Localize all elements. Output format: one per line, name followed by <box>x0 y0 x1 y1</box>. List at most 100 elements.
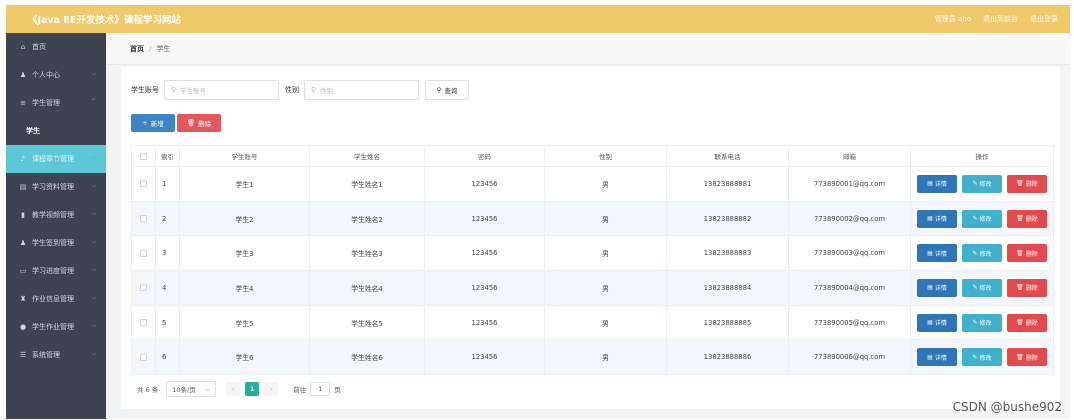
goto-suffix: 页 <box>334 386 341 394</box>
row-phone: 13823888882 <box>666 201 789 237</box>
sidebar-item-home[interactable]: ⌂ 首页 <box>6 33 106 61</box>
detail-button[interactable]: ▤ 详情 <box>917 313 957 332</box>
next-page-button[interactable]: › <box>264 382 279 396</box>
row-gender: 男 <box>544 166 667 202</box>
back-to-front-link[interactable]: 退出到前台 <box>983 14 1018 24</box>
detail-button[interactable]: ▤ 详情 <box>917 244 957 263</box>
delete-button[interactable]: 🗑 删除 <box>1007 174 1047 193</box>
page-size-select[interactable]: 10条/页 ⌵ <box>166 381 217 397</box>
gender-search-input[interactable]: ⚲ 性别 <box>304 80 419 100</box>
row-checkbox[interactable] <box>131 201 156 237</box>
row-checkbox[interactable] <box>131 270 156 306</box>
detail-button[interactable]: ▤ 详情 <box>917 348 957 367</box>
detail-label: 详情 <box>934 320 947 328</box>
row-name: 学生姓名4 <box>309 270 425 306</box>
row-name: 学生姓名6 <box>309 339 425 376</box>
edit-button[interactable]: ✎ 修改 <box>962 313 1002 332</box>
breadcrumb-home[interactable]: 首页 <box>130 44 144 54</box>
row-email: 773890002@qq.com <box>788 201 911 237</box>
sidebar-item-label: 课程章节管理 <box>32 155 74 163</box>
app-window: 《Java EE开发技术》课程学习网站 管理员 abo 退出到前台 退出登录 ⌂… <box>6 5 1070 419</box>
delete-button[interactable]: 🗑 删除 <box>1007 209 1047 228</box>
edit-button[interactable]: ✎ 修改 <box>962 278 1002 297</box>
student-table: 索引 学生账号 学生姓名 密码 性别 联系电话 邮箱 操作 1 学生1 学生姓名1 1… <box>131 145 1054 376</box>
prev-page-button[interactable]: ‹ <box>226 382 241 396</box>
sidebar-item-material-mgmt[interactable]: ▤ 学习资料管理 ⌵ <box>6 173 106 201</box>
sidebar-item-video-mgmt[interactable]: ▮ 教学视频管理 ⌵ <box>6 201 106 229</box>
sidebar-item-label: 学生管理 <box>32 99 60 107</box>
account-label: 学生账号 <box>131 86 159 94</box>
sidebar-item-profile[interactable]: ♟ 个人中心 ⌵ <box>6 61 106 89</box>
delete-button[interactable]: 🗑 删除 <box>1007 348 1047 367</box>
add-button[interactable]: + 新增 <box>131 114 175 132</box>
search-icon: ⚲ <box>436 86 442 94</box>
detail-icon: ▤ <box>927 353 933 361</box>
trash-icon: 🗑 <box>186 119 196 127</box>
row-name: 学生姓名2 <box>309 201 425 237</box>
bar-chart-icon: ▮ <box>21 211 25 219</box>
batch-delete-button[interactable]: 🗑 删除 <box>177 114 221 132</box>
sidebar-item-label: 学生签到管理 <box>32 239 74 247</box>
edit-button[interactable]: ✎ 修改 <box>962 244 1002 263</box>
trophy-icon: ♜ <box>19 295 27 303</box>
table-header-row: 索引 学生账号 学生姓名 密码 性别 联系电话 邮箱 操作 <box>131 145 1054 167</box>
sidebar-item-progress-mgmt[interactable]: ▭ 学习进度管理 ⌵ <box>6 257 106 285</box>
row-account: 学生4 <box>179 270 310 306</box>
edit-button[interactable]: ✎ 修改 <box>962 174 1002 193</box>
sidebar-item-system-mgmt[interactable]: ☰ 系统管理 ⌵ <box>6 341 106 369</box>
sidebar-item-label: 作业信息管理 <box>32 295 74 303</box>
sidebar-item-chapter-mgmt[interactable]: ♪ 课程章节管理 ⌵ ☝ <box>6 145 106 173</box>
edit-button[interactable]: ✎ 修改 <box>962 348 1002 367</box>
delete-button[interactable]: 🗑 删除 <box>1007 278 1047 297</box>
row-checkbox[interactable] <box>131 235 156 272</box>
row-actions: ▤ 详情 ✎ 修改 🗑 删除 <box>910 270 1054 306</box>
chevron-up-icon: ⌃ <box>90 98 96 105</box>
row-password: 123456 <box>424 305 545 341</box>
sidebar-item-label: 首页 <box>32 43 46 51</box>
hand-cursor-icon: ☝ <box>54 153 61 166</box>
account-search-input[interactable]: ⚲ 学生账号 <box>164 80 279 100</box>
home-icon: ⌂ <box>20 43 26 51</box>
sidebar-item-homework-info-mgmt[interactable]: ♜ 作业信息管理 ⌵ <box>6 285 106 313</box>
row-index: 6 <box>155 339 180 376</box>
col-header-actions: 操作 <box>910 145 1054 167</box>
row-checkbox[interactable] <box>131 305 156 341</box>
detail-button[interactable]: ▤ 详情 <box>917 174 957 193</box>
sidebar-item-student[interactable]: 学生 <box>6 117 106 145</box>
edit-button[interactable]: ✎ 修改 <box>962 209 1002 228</box>
page-1-button[interactable]: 1 <box>245 382 260 396</box>
search-icon: ⚲ <box>171 86 177 94</box>
edit-icon: ✎ <box>972 319 978 327</box>
person-icon: ♟ <box>19 239 27 247</box>
detail-label: 详情 <box>934 250 947 258</box>
col-header-index: 索引 <box>155 145 180 167</box>
select-all-checkbox[interactable] <box>131 145 156 167</box>
table-row: 2 学生2 学生姓名2 123456 男 13823888882 773890002@qq.… <box>131 201 1054 237</box>
query-button[interactable]: ⚲ 查询 <box>425 80 469 100</box>
page-size-value: 10条/页 <box>172 386 196 394</box>
logout-link[interactable]: 退出登录 <box>1030 14 1058 24</box>
sidebar-item-checkin-mgmt[interactable]: ♟ 学生签到管理 ⌵ <box>6 229 106 257</box>
chevron-right-icon: › <box>269 385 273 393</box>
row-checkbox[interactable] <box>131 339 156 376</box>
row-index: 5 <box>155 305 180 341</box>
goto-page-input[interactable]: 1 <box>310 382 331 396</box>
edit-label: 修改 <box>979 181 992 189</box>
row-checkbox[interactable] <box>131 166 156 202</box>
row-actions: ▤ 详情 ✎ 修改 🗑 删除 <box>910 235 1054 272</box>
delete-button[interactable]: 🗑 删除 <box>1007 313 1047 332</box>
sidebar-item-student-mgmt[interactable]: ≡ 学生管理 ⌃ <box>6 89 106 117</box>
col-header-name: 学生姓名 <box>309 145 425 167</box>
chevron-down-icon: ⌵ <box>91 70 96 77</box>
edit-icon: ✎ <box>972 215 978 223</box>
detail-button[interactable]: ▤ 详情 <box>917 278 957 297</box>
chevron-down-icon: ⌵ <box>205 384 211 393</box>
sidebar-item-student-homework-mgmt[interactable]: ● 学生作业管理 ⌵ <box>6 313 106 341</box>
detail-button[interactable]: ▤ 详情 <box>917 209 957 228</box>
row-account: 学生1 <box>179 166 310 202</box>
delete-button[interactable]: 🗑 删除 <box>1007 244 1047 263</box>
file-icon: ▤ <box>19 183 27 191</box>
query-button-label: 查询 <box>444 87 458 95</box>
row-gender: 男 <box>544 305 667 341</box>
row-phone: 13823888886 <box>666 339 789 376</box>
